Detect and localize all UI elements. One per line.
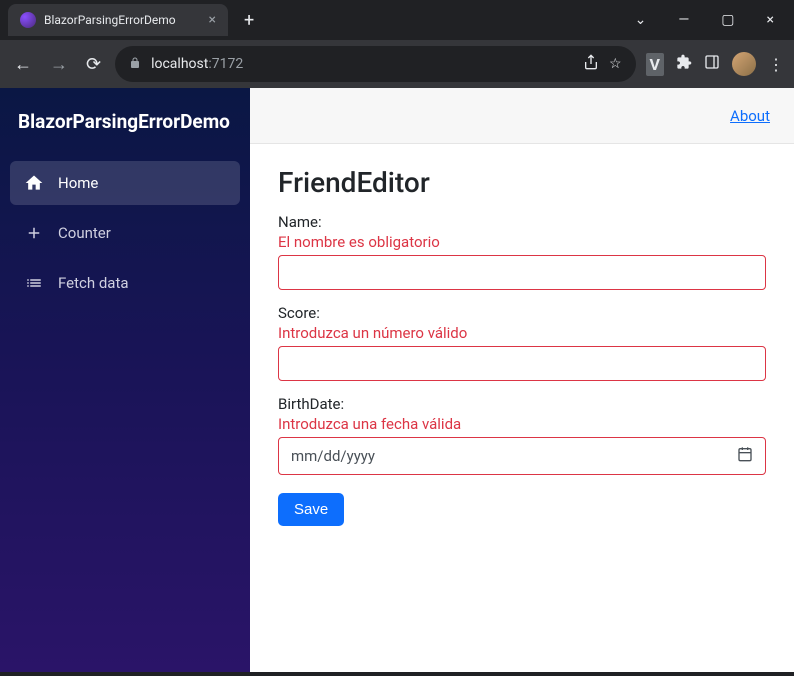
lock-icon	[129, 57, 141, 72]
close-window-button[interactable]: ×	[755, 6, 786, 34]
share-icon[interactable]	[583, 54, 599, 74]
new-tab-button[interactable]: +	[234, 10, 264, 31]
window-controls: ⌄ — ▢ ×	[623, 6, 786, 34]
date-placeholder: mm/dd/yyyy	[291, 447, 375, 465]
main: About FriendEditor Name: El nombre es ob…	[250, 88, 794, 672]
toolbar-right: V ⋮	[646, 52, 784, 76]
list-icon	[24, 273, 44, 293]
sidebar: BlazorParsingErrorDemo Home Counter Fetc…	[0, 88, 250, 672]
browser-tab[interactable]: BlazorParsingErrorDemo ×	[8, 4, 228, 36]
extensions-icon[interactable]	[676, 54, 692, 74]
sidebar-item-label: Home	[58, 174, 98, 192]
page-title: FriendEditor	[278, 166, 766, 199]
kebab-menu-icon[interactable]: ⋮	[768, 55, 784, 74]
form-group-birthdate: BirthDate: Introduzca una fecha válida m…	[278, 395, 766, 475]
brand-title: BlazorParsingErrorDemo	[0, 88, 250, 155]
minimize-button[interactable]: —	[666, 6, 701, 34]
plus-icon	[24, 223, 44, 243]
calendar-icon[interactable]	[737, 446, 753, 466]
content: FriendEditor Name: El nombre es obligato…	[250, 144, 794, 548]
form-group-name: Name: El nombre es obligatorio	[278, 213, 766, 290]
tabs-row: BlazorParsingErrorDemo × +	[8, 4, 264, 36]
sidebar-item-home[interactable]: Home	[10, 161, 240, 205]
titlebar: BlazorParsingErrorDemo × + ⌄ — ▢ ×	[0, 0, 794, 40]
score-error: Introduzca un número válido	[278, 324, 766, 342]
nav-list: Home Counter Fetch data	[0, 155, 250, 317]
url-text: localhost:7172	[151, 56, 573, 72]
url-host: localhost	[151, 56, 208, 72]
sidebar-item-label: Counter	[58, 224, 111, 242]
form-group-score: Score: Introduzca un número válido	[278, 304, 766, 381]
chevron-down-icon[interactable]: ⌄	[623, 6, 659, 34]
score-input[interactable]	[278, 346, 766, 381]
birthdate-label: BirthDate:	[278, 395, 766, 413]
home-icon	[24, 173, 44, 193]
tab-title: BlazorParsingErrorDemo	[44, 13, 201, 27]
topbar: About	[250, 88, 794, 144]
maximize-button[interactable]: ▢	[709, 6, 746, 34]
about-link[interactable]: About	[730, 107, 770, 125]
url-port: :7172	[208, 56, 243, 72]
forward-button[interactable]: →	[46, 50, 72, 79]
sidebar-item-fetch-data[interactable]: Fetch data	[10, 261, 240, 305]
bookmark-icon[interactable]: ☆	[609, 56, 622, 72]
reload-button[interactable]: ⟳	[82, 50, 105, 79]
browser-toolbar: ← → ⟳ localhost:7172 ☆ V ⋮	[0, 40, 794, 88]
name-error: El nombre es obligatorio	[278, 233, 766, 251]
name-label: Name:	[278, 213, 766, 231]
close-tab-icon[interactable]: ×	[209, 12, 216, 28]
extension-badge[interactable]: V	[646, 53, 664, 76]
sidebar-item-counter[interactable]: Counter	[10, 211, 240, 255]
name-input[interactable]	[278, 255, 766, 290]
score-label: Score:	[278, 304, 766, 322]
tab-favicon-icon	[20, 12, 36, 28]
app-viewport: BlazorParsingErrorDemo Home Counter Fetc…	[0, 88, 794, 672]
birthdate-input[interactable]: mm/dd/yyyy	[278, 437, 766, 475]
sidebar-item-label: Fetch data	[58, 274, 129, 292]
address-bar[interactable]: localhost:7172 ☆	[115, 46, 635, 82]
save-button[interactable]: Save	[278, 493, 344, 526]
back-button[interactable]: ←	[10, 50, 36, 79]
browser-chrome: BlazorParsingErrorDemo × + ⌄ — ▢ × ← → ⟳…	[0, 0, 794, 88]
side-panel-icon[interactable]	[704, 54, 720, 74]
birthdate-error: Introduzca una fecha válida	[278, 415, 766, 433]
profile-avatar[interactable]	[732, 52, 756, 76]
